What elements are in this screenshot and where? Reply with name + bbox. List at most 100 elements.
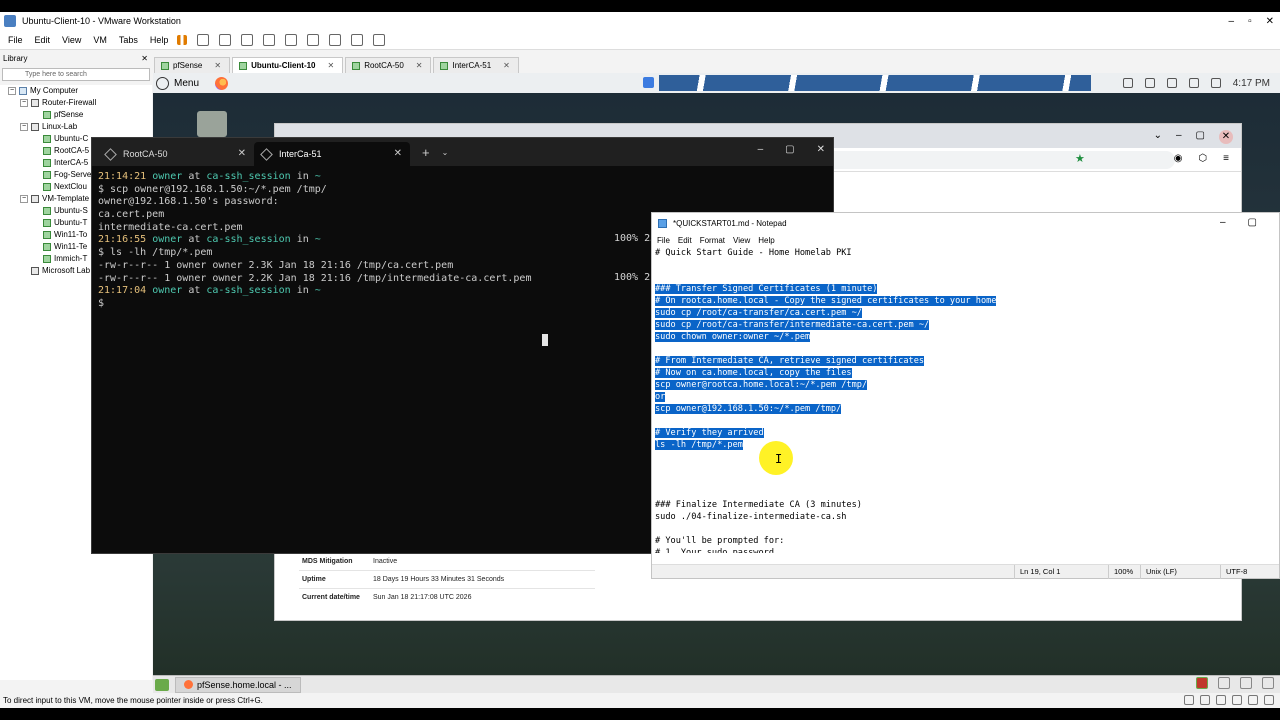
tree-item[interactable]: − My Computer <box>0 85 152 97</box>
close-icon[interactable]: ✕ <box>1219 130 1233 144</box>
menu-file[interactable]: File <box>8 35 23 45</box>
vm-tab[interactable]: RootCA-50 ✕ <box>345 57 432 73</box>
pause-icon[interactable] <box>177 34 188 45</box>
menu-tabs[interactable]: Tabs <box>119 35 138 45</box>
terminal-tab-interca[interactable]: InterCa-51 ✕ <box>254 142 410 166</box>
bookmark-star-icon[interactable]: ★ <box>1075 153 1087 165</box>
full-screen-icon[interactable] <box>329 33 342 46</box>
selected-text: # From Intermediate CA, retrieve signed … <box>655 356 925 366</box>
account-icon[interactable]: ◉ <box>1174 153 1183 164</box>
status-icon[interactable] <box>1196 677 1208 689</box>
usb-icon[interactable] <box>1232 695 1242 705</box>
volume-icon[interactable] <box>1210 78 1221 88</box>
menu-view[interactable]: View <box>62 35 81 45</box>
minimize-icon[interactable]: – <box>1220 217 1226 228</box>
info-key: MDS Mitigation <box>302 558 353 565</box>
firefox-icon[interactable] <box>215 76 229 90</box>
guest-taskbar-tray <box>1196 677 1274 689</box>
menu-vm[interactable]: VM <box>93 35 107 45</box>
menu-file[interactable]: File <box>657 236 670 245</box>
close-icon[interactable]: ✕ <box>817 144 825 155</box>
close-icon[interactable]: ✕ <box>416 61 423 70</box>
battery-icon[interactable] <box>1262 677 1274 689</box>
close-icon[interactable]: ✕ <box>141 54 148 63</box>
notepad-window[interactable]: *QUICKSTART01.md - Notepad – ▢ File Edit… <box>651 212 1280 579</box>
close-icon[interactable]: ✕ <box>1266 16 1274 27</box>
cdrom-icon[interactable] <box>1200 695 1210 705</box>
menu-icon[interactable] <box>156 76 169 90</box>
maximize-icon[interactable]: ▢ <box>785 144 794 155</box>
tree-expander-icon[interactable]: − <box>20 123 28 131</box>
menu-view[interactable]: View <box>733 236 750 245</box>
minimize-icon[interactable]: – <box>1176 130 1182 144</box>
tree-item-label: NextClou <box>54 182 87 191</box>
thumbnail-view-icon[interactable] <box>307 33 320 46</box>
close-icon[interactable]: ✕ <box>328 61 335 70</box>
tree-item[interactable]: − Router-Firewall <box>0 97 152 109</box>
volume-icon[interactable] <box>1240 677 1252 689</box>
maximize-icon[interactable]: ▢ <box>1248 217 1257 228</box>
minimize-icon[interactable]: – <box>1229 16 1235 27</box>
taskbar-item-pfsense[interactable]: pfSense.home.local - ... <box>175 676 301 693</box>
snapshot-icon[interactable] <box>219 33 232 46</box>
network-adapter-icon[interactable] <box>1216 695 1226 705</box>
notepad-editor[interactable]: # Quick Start Guide - Home Homelab PKI ##… <box>655 247 1275 553</box>
update-icon[interactable] <box>643 77 654 88</box>
table-row: Uptime 18 Days 19 Hours 33 Minutes 31 Se… <box>299 570 595 588</box>
tree-expander-icon[interactable]: − <box>20 99 28 107</box>
tree-item-label: Linux-Lab <box>42 122 78 131</box>
revert-snapshot-icon[interactable] <box>241 33 254 46</box>
close-icon[interactable]: ✕ <box>238 148 246 159</box>
terminal-titlebar: RootCA-50 ✕ InterCa-51 ✕ + ⌄ – ▢ ✕ <box>92 138 833 166</box>
terminal-text: 21:16:55 <box>98 234 153 246</box>
terminal-tab-icon <box>104 147 117 161</box>
menu-edit[interactable]: Edit <box>678 236 692 245</box>
tree-expander-icon[interactable]: − <box>8 87 16 95</box>
terminal-tab-rootca[interactable]: RootCA-50 ✕ <box>98 142 254 166</box>
maximize-icon[interactable]: ▢ <box>1196 130 1205 144</box>
library-view-icon[interactable] <box>285 33 298 46</box>
folder-icon <box>31 267 39 275</box>
hamburger-menu-icon[interactable]: ≡ <box>1223 153 1229 164</box>
library-search-input[interactable]: Type here to search <box>2 68 150 81</box>
extensions-icon[interactable]: ⬡ <box>1198 153 1207 164</box>
terminal-text: ca-ssh_session <box>206 285 291 297</box>
vm-tab[interactable]: InterCA-51 ✕ <box>433 57 519 73</box>
snapshot-manager-icon[interactable] <box>263 33 276 46</box>
new-tab-icon[interactable]: + <box>422 145 430 160</box>
hdd-icon[interactable] <box>1184 695 1194 705</box>
chevron-down-icon[interactable]: ⌄ <box>442 148 449 157</box>
stretch-guest-icon[interactable] <box>373 33 386 46</box>
tree-item[interactable]: − Linux-Lab <box>0 121 152 133</box>
menu-format[interactable]: Format <box>700 236 725 245</box>
zoom-level: 100% <box>1114 567 1134 576</box>
selected-text: scp owner@rootca.home.local:~/*.pem /tmp… <box>655 380 868 390</box>
shield-icon[interactable] <box>1166 78 1177 88</box>
network-icon[interactable] <box>1122 78 1133 88</box>
tree-expander-icon[interactable]: − <box>20 195 28 203</box>
start-menu-icon[interactable] <box>155 678 169 691</box>
home-folder-icon[interactable] <box>197 111 227 137</box>
tree-item[interactable]: pfSense <box>0 109 152 121</box>
battery-icon[interactable] <box>1188 78 1199 88</box>
chevron-down-icon[interactable]: ⌄ <box>1154 130 1162 144</box>
maximize-icon[interactable]: ▫ <box>1248 16 1252 27</box>
settings-icon[interactable] <box>1144 78 1155 88</box>
sound-icon[interactable] <box>1248 695 1258 705</box>
vm-tab[interactable]: pfSense ✕ <box>154 57 231 73</box>
send-keys-icon[interactable] <box>197 33 210 46</box>
menu-help[interactable]: Help <box>150 35 169 45</box>
minimize-icon[interactable]: – <box>758 144 764 155</box>
display-icon[interactable] <box>1264 695 1274 705</box>
network-icon[interactable] <box>1218 677 1230 689</box>
vm-tab[interactable]: Ubuntu-Client-10 ✕ <box>232 57 344 73</box>
clock[interactable]: 4:17 PM <box>1233 78 1270 89</box>
menu-edit[interactable]: Edit <box>35 35 51 45</box>
guest-menu-label[interactable]: Menu <box>174 78 199 89</box>
console-view-icon[interactable] <box>351 33 364 46</box>
menu-help[interactable]: Help <box>758 236 774 245</box>
close-icon[interactable]: ✕ <box>503 61 510 70</box>
close-icon[interactable]: ✕ <box>394 148 402 159</box>
close-icon[interactable]: ✕ <box>214 61 221 70</box>
